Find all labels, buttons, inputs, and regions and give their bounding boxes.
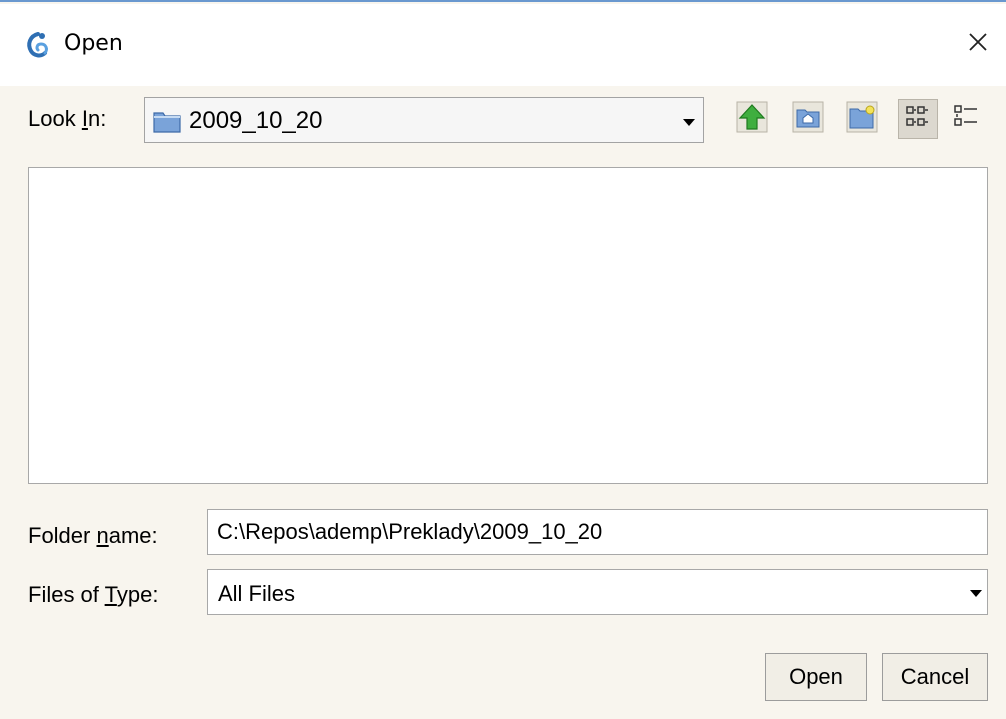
open-button[interactable]: Open (765, 653, 867, 701)
details-view-icon (952, 103, 980, 136)
home-folder-button[interactable] (788, 99, 828, 139)
file-list-pane[interactable] (28, 167, 988, 484)
home-folder-icon (792, 101, 824, 138)
folder-icon (153, 109, 181, 138)
look-in-dropdown[interactable]: 2009_10_20 (144, 97, 704, 143)
open-dialog: Open Look In: 2009_10_20 Folder name: C:… (0, 0, 1006, 719)
app-swirl-icon (24, 30, 52, 60)
up-one-level-button[interactable] (732, 99, 772, 139)
files-of-type-label: Files of Type: (28, 582, 159, 607)
new-folder-button[interactable] (842, 99, 882, 139)
list-view-icon (904, 103, 932, 136)
look-in-value: 2009_10_20 (189, 107, 323, 134)
folder-name-label: Folder name: (28, 523, 158, 548)
window-title: Open (64, 31, 123, 56)
up-one-level-icon (736, 101, 768, 138)
list-view-button[interactable] (898, 99, 938, 139)
chevron-down-icon (683, 119, 695, 126)
close-button[interactable] (960, 24, 996, 64)
title-bar: Open (0, 4, 1006, 86)
files-of-type-dropdown[interactable]: All Files (207, 569, 988, 615)
files-of-type-value: All Files (218, 581, 296, 606)
new-folder-icon (846, 101, 878, 138)
look-in-label: Look In: (28, 106, 107, 131)
cancel-button[interactable]: Cancel (882, 653, 988, 701)
details-view-button[interactable] (946, 99, 986, 139)
chevron-down-icon (970, 590, 982, 597)
close-icon (968, 32, 988, 57)
folder-name-field[interactable] (207, 509, 988, 555)
